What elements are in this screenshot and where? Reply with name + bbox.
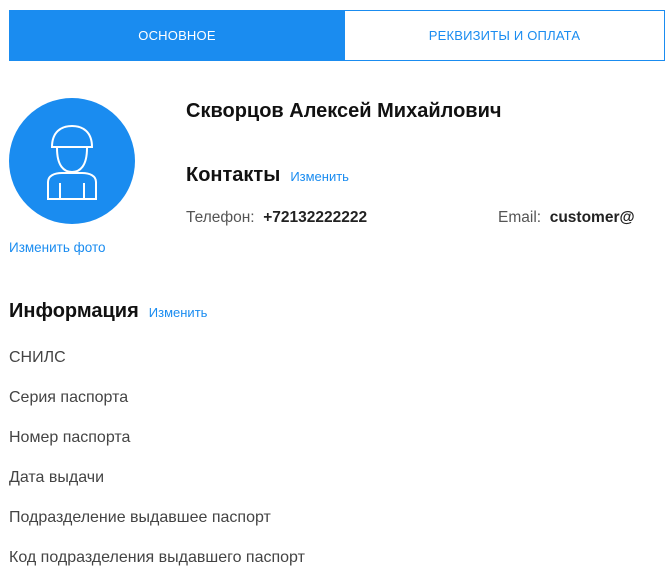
- avatar[interactable]: [9, 98, 135, 224]
- contacts-title: Контакты: [186, 164, 281, 186]
- field-issue-date: Дата выдачи: [9, 469, 105, 486]
- field-passport-series: Серия паспорта: [9, 389, 129, 406]
- contacts-edit-link[interactable]: Изменить: [290, 169, 349, 184]
- field-department-code: Код подразделения выдавшего паспорт: [9, 549, 305, 566]
- phone-value: +72132222222: [263, 209, 368, 226]
- user-icon: [47, 124, 97, 200]
- field-snils: СНИЛС: [9, 349, 66, 366]
- phone-label: Телефон:: [186, 209, 255, 226]
- email-value: customer@: [549, 209, 635, 226]
- information-title: Информация: [9, 300, 139, 322]
- contacts-header: Контакты Изменить: [186, 164, 349, 187]
- phone-row: Телефон: +72132222222: [186, 209, 367, 227]
- change-photo-link[interactable]: Изменить фото: [9, 240, 106, 255]
- field-passport-number: Номер паспорта: [9, 429, 131, 446]
- information-fields: СНИЛС Серия паспорта Номер паспорта Дата…: [9, 348, 305, 588]
- email-row: Email: customer@: [498, 209, 635, 227]
- tab-details-payment[interactable]: РЕКВИЗИТЫ И ОПЛАТА: [345, 10, 665, 61]
- field-issuing-department: Подразделение выдавшее паспорт: [9, 509, 271, 526]
- email-label: Email:: [498, 209, 542, 226]
- customer-name: Скворцов Алексей Михайлович: [186, 100, 502, 122]
- tab-main[interactable]: ОСНОВНОЕ: [9, 10, 345, 61]
- tab-bar: ОСНОВНОЕ РЕКВИЗИТЫ И ОПЛАТА: [9, 10, 665, 61]
- information-edit-link[interactable]: Изменить: [149, 305, 208, 320]
- information-header: Информация Изменить: [9, 300, 207, 323]
